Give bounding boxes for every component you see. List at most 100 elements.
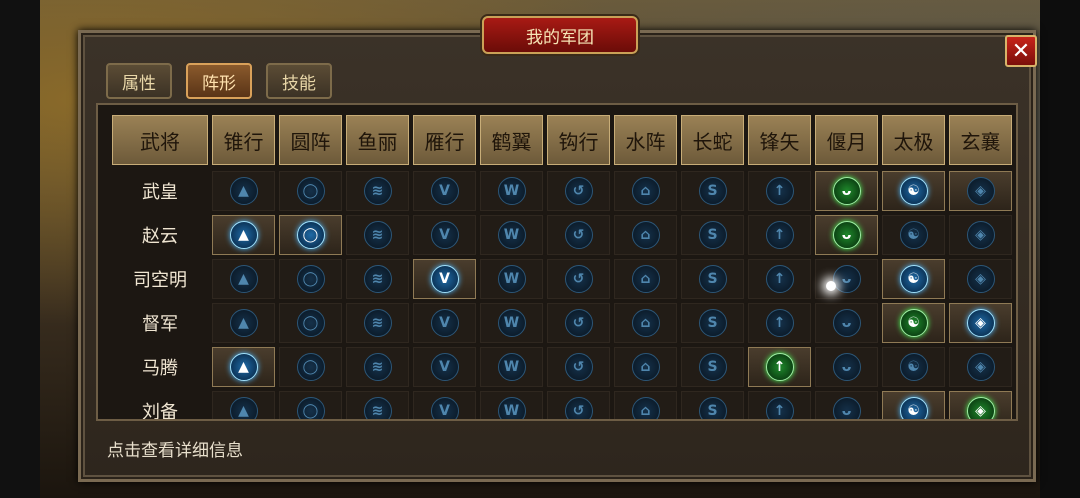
formation-cell[interactable]: W — [480, 215, 543, 255]
formation-icon: ☯ — [899, 309, 928, 337]
table-body[interactable]: 武皇 ▲ ◯ ≋ V W ↺ ⌂ S ↑ ᴗ ☯ ◈ 赵云 ▲ ◯ ≋ V W ↺ ⌂ S ↑ ᴗ ☯ ◈ 司空明 ▲ ◯ ≋ V W ↺ ⌂ S ↑… — [112, 171, 1012, 421]
formation-cell[interactable]: ↑ — [748, 171, 811, 211]
formation-cell[interactable]: ↺ — [547, 303, 610, 343]
formation-cell[interactable]: ▲ — [212, 391, 275, 419]
table-row[interactable]: 马腾 ▲ ◯ ≋ V W ↺ ⌂ S ↑ ᴗ ☯ ◈ — [112, 347, 1012, 387]
formation-icon: ⌂ — [631, 265, 660, 293]
formation-cell[interactable]: ◯ — [279, 215, 342, 255]
formation-cell[interactable]: ◯ — [279, 347, 342, 387]
formation-icon: ↺ — [564, 309, 593, 337]
formation-cell[interactable]: V — [413, 215, 476, 255]
formation-cell[interactable]: ↺ — [547, 347, 610, 387]
formation-cell[interactable]: ≋ — [346, 259, 409, 299]
table-row[interactable]: 司空明 ▲ ◯ ≋ V W ↺ ⌂ S ↑ ᴗ ☯ ◈ — [112, 259, 1012, 299]
formation-icon: ᴗ — [832, 177, 861, 205]
formation-cell[interactable]: ▲ — [212, 171, 275, 211]
formation-cell[interactable]: S — [681, 171, 744, 211]
formation-cell[interactable]: ◈ — [949, 215, 1012, 255]
formation-cell[interactable]: ↑ — [748, 303, 811, 343]
formation-cell[interactable]: ◯ — [279, 171, 342, 211]
formation-cell[interactable]: ≋ — [346, 215, 409, 255]
formation-cell[interactable]: W — [480, 171, 543, 211]
tab-attributes[interactable]: 属性 — [106, 63, 172, 99]
formation-cell[interactable]: S — [681, 303, 744, 343]
formation-cell[interactable]: ☯ — [882, 347, 945, 387]
table-row[interactable]: 武皇 ▲ ◯ ≋ V W ↺ ⌂ S ↑ ᴗ ☯ ◈ — [112, 171, 1012, 211]
formation-cell[interactable]: ᴗ — [815, 303, 878, 343]
formation-cell[interactable]: ↑ — [748, 259, 811, 299]
formation-icon: ⌂ — [631, 397, 660, 419]
formation-cell[interactable]: ⌂ — [614, 347, 677, 387]
formation-cell[interactable]: W — [480, 259, 543, 299]
detail-hint[interactable]: 点击查看详细信息 — [107, 436, 243, 461]
formation-cell[interactable]: V — [413, 303, 476, 343]
formation-cell[interactable]: ↺ — [547, 171, 610, 211]
header-formation: 长蛇 — [681, 115, 744, 165]
formation-cell[interactable]: W — [480, 303, 543, 343]
formation-cell[interactable]: V — [413, 347, 476, 387]
formation-cell[interactable]: ◈ — [949, 303, 1012, 343]
formation-cell[interactable]: ◈ — [949, 347, 1012, 387]
formation-cell[interactable]: ◈ — [949, 171, 1012, 211]
formation-cell[interactable]: ☯ — [882, 215, 945, 255]
formation-cell[interactable]: S — [681, 215, 744, 255]
formation-cell[interactable]: ◯ — [279, 303, 342, 343]
formation-cell[interactable]: ☯ — [882, 303, 945, 343]
formation-cell[interactable]: ☯ — [882, 171, 945, 211]
formation-cell[interactable]: ≋ — [346, 391, 409, 419]
formation-cell[interactable]: ☯ — [882, 259, 945, 299]
general-name: 刘备 — [142, 402, 178, 421]
formation-cell[interactable]: ↺ — [547, 259, 610, 299]
formation-cell[interactable]: ᴗ — [815, 171, 878, 211]
formation-icon: ▲ — [229, 221, 258, 249]
formation-cell[interactable]: ↑ — [748, 391, 811, 419]
formation-cell[interactable]: ◯ — [279, 259, 342, 299]
formation-cell[interactable]: V — [413, 391, 476, 419]
formation-cell[interactable]: S — [681, 259, 744, 299]
header-general: 武将 — [112, 115, 208, 165]
close-icon: ✕ — [1011, 39, 1031, 64]
formation-cell[interactable]: ↺ — [547, 215, 610, 255]
table-row[interactable]: 赵云 ▲ ◯ ≋ V W ↺ ⌂ S ↑ ᴗ ☯ ◈ — [112, 215, 1012, 255]
formation-cell[interactable]: V — [413, 171, 476, 211]
formation-cell[interactable]: ⌂ — [614, 171, 677, 211]
formation-cell[interactable]: ↺ — [547, 391, 610, 419]
formation-cell[interactable]: ▲ — [212, 259, 275, 299]
tab-formation[interactable]: 阵形 — [186, 63, 252, 99]
close-button[interactable]: ✕ — [1005, 35, 1037, 67]
formation-cell[interactable]: ◈ — [949, 259, 1012, 299]
formation-cell[interactable]: ≋ — [346, 347, 409, 387]
formation-cell[interactable]: W — [480, 391, 543, 419]
formation-cell[interactable]: ᴗ — [815, 259, 878, 299]
formation-icon: ☯ — [899, 397, 928, 419]
formation-cell[interactable]: ☯ — [882, 391, 945, 419]
formation-cell[interactable]: S — [681, 391, 744, 419]
formation-cell[interactable]: W — [480, 347, 543, 387]
formation-cell[interactable]: ⌂ — [614, 259, 677, 299]
header-formation: 玄襄 — [949, 115, 1012, 165]
formation-cell[interactable]: S — [681, 347, 744, 387]
formation-cell[interactable]: ↑ — [748, 347, 811, 387]
formation-cell[interactable]: ≋ — [346, 171, 409, 211]
formation-cell[interactable]: ▲ — [212, 303, 275, 343]
formation-cell[interactable]: ᴗ — [815, 215, 878, 255]
formation-cell[interactable]: ▲ — [212, 347, 275, 387]
screen-edge-left — [0, 0, 40, 498]
table-row[interactable]: 督军 ▲ ◯ ≋ V W ↺ ⌂ S ↑ ᴗ ☯ ◈ — [112, 303, 1012, 343]
formation-cell[interactable]: ◯ — [279, 391, 342, 419]
formation-cell[interactable]: ↑ — [748, 215, 811, 255]
formation-cell[interactable]: ≋ — [346, 303, 409, 343]
formation-cell[interactable]: ⌂ — [614, 303, 677, 343]
formation-cell[interactable]: ᴗ — [815, 347, 878, 387]
tab-skills[interactable]: 技能 — [266, 63, 332, 99]
formation-cell[interactable]: ᴗ — [815, 391, 878, 419]
table-row[interactable]: 刘备 ▲ ◯ ≋ V W ↺ ⌂ S ↑ ᴗ ☯ ◈ — [112, 391, 1012, 421]
formation-cell[interactable]: ⌂ — [614, 391, 677, 419]
header-formation: 钩行 — [547, 115, 610, 165]
formation-cell[interactable]: ▲ — [212, 215, 275, 255]
formation-cell[interactable]: ◈ — [949, 391, 1012, 419]
formation-cell[interactable]: ⌂ — [614, 215, 677, 255]
header-formation: 圆阵 — [279, 115, 342, 165]
general-name: 赵云 — [142, 226, 178, 247]
formation-cell[interactable]: V — [413, 259, 476, 299]
